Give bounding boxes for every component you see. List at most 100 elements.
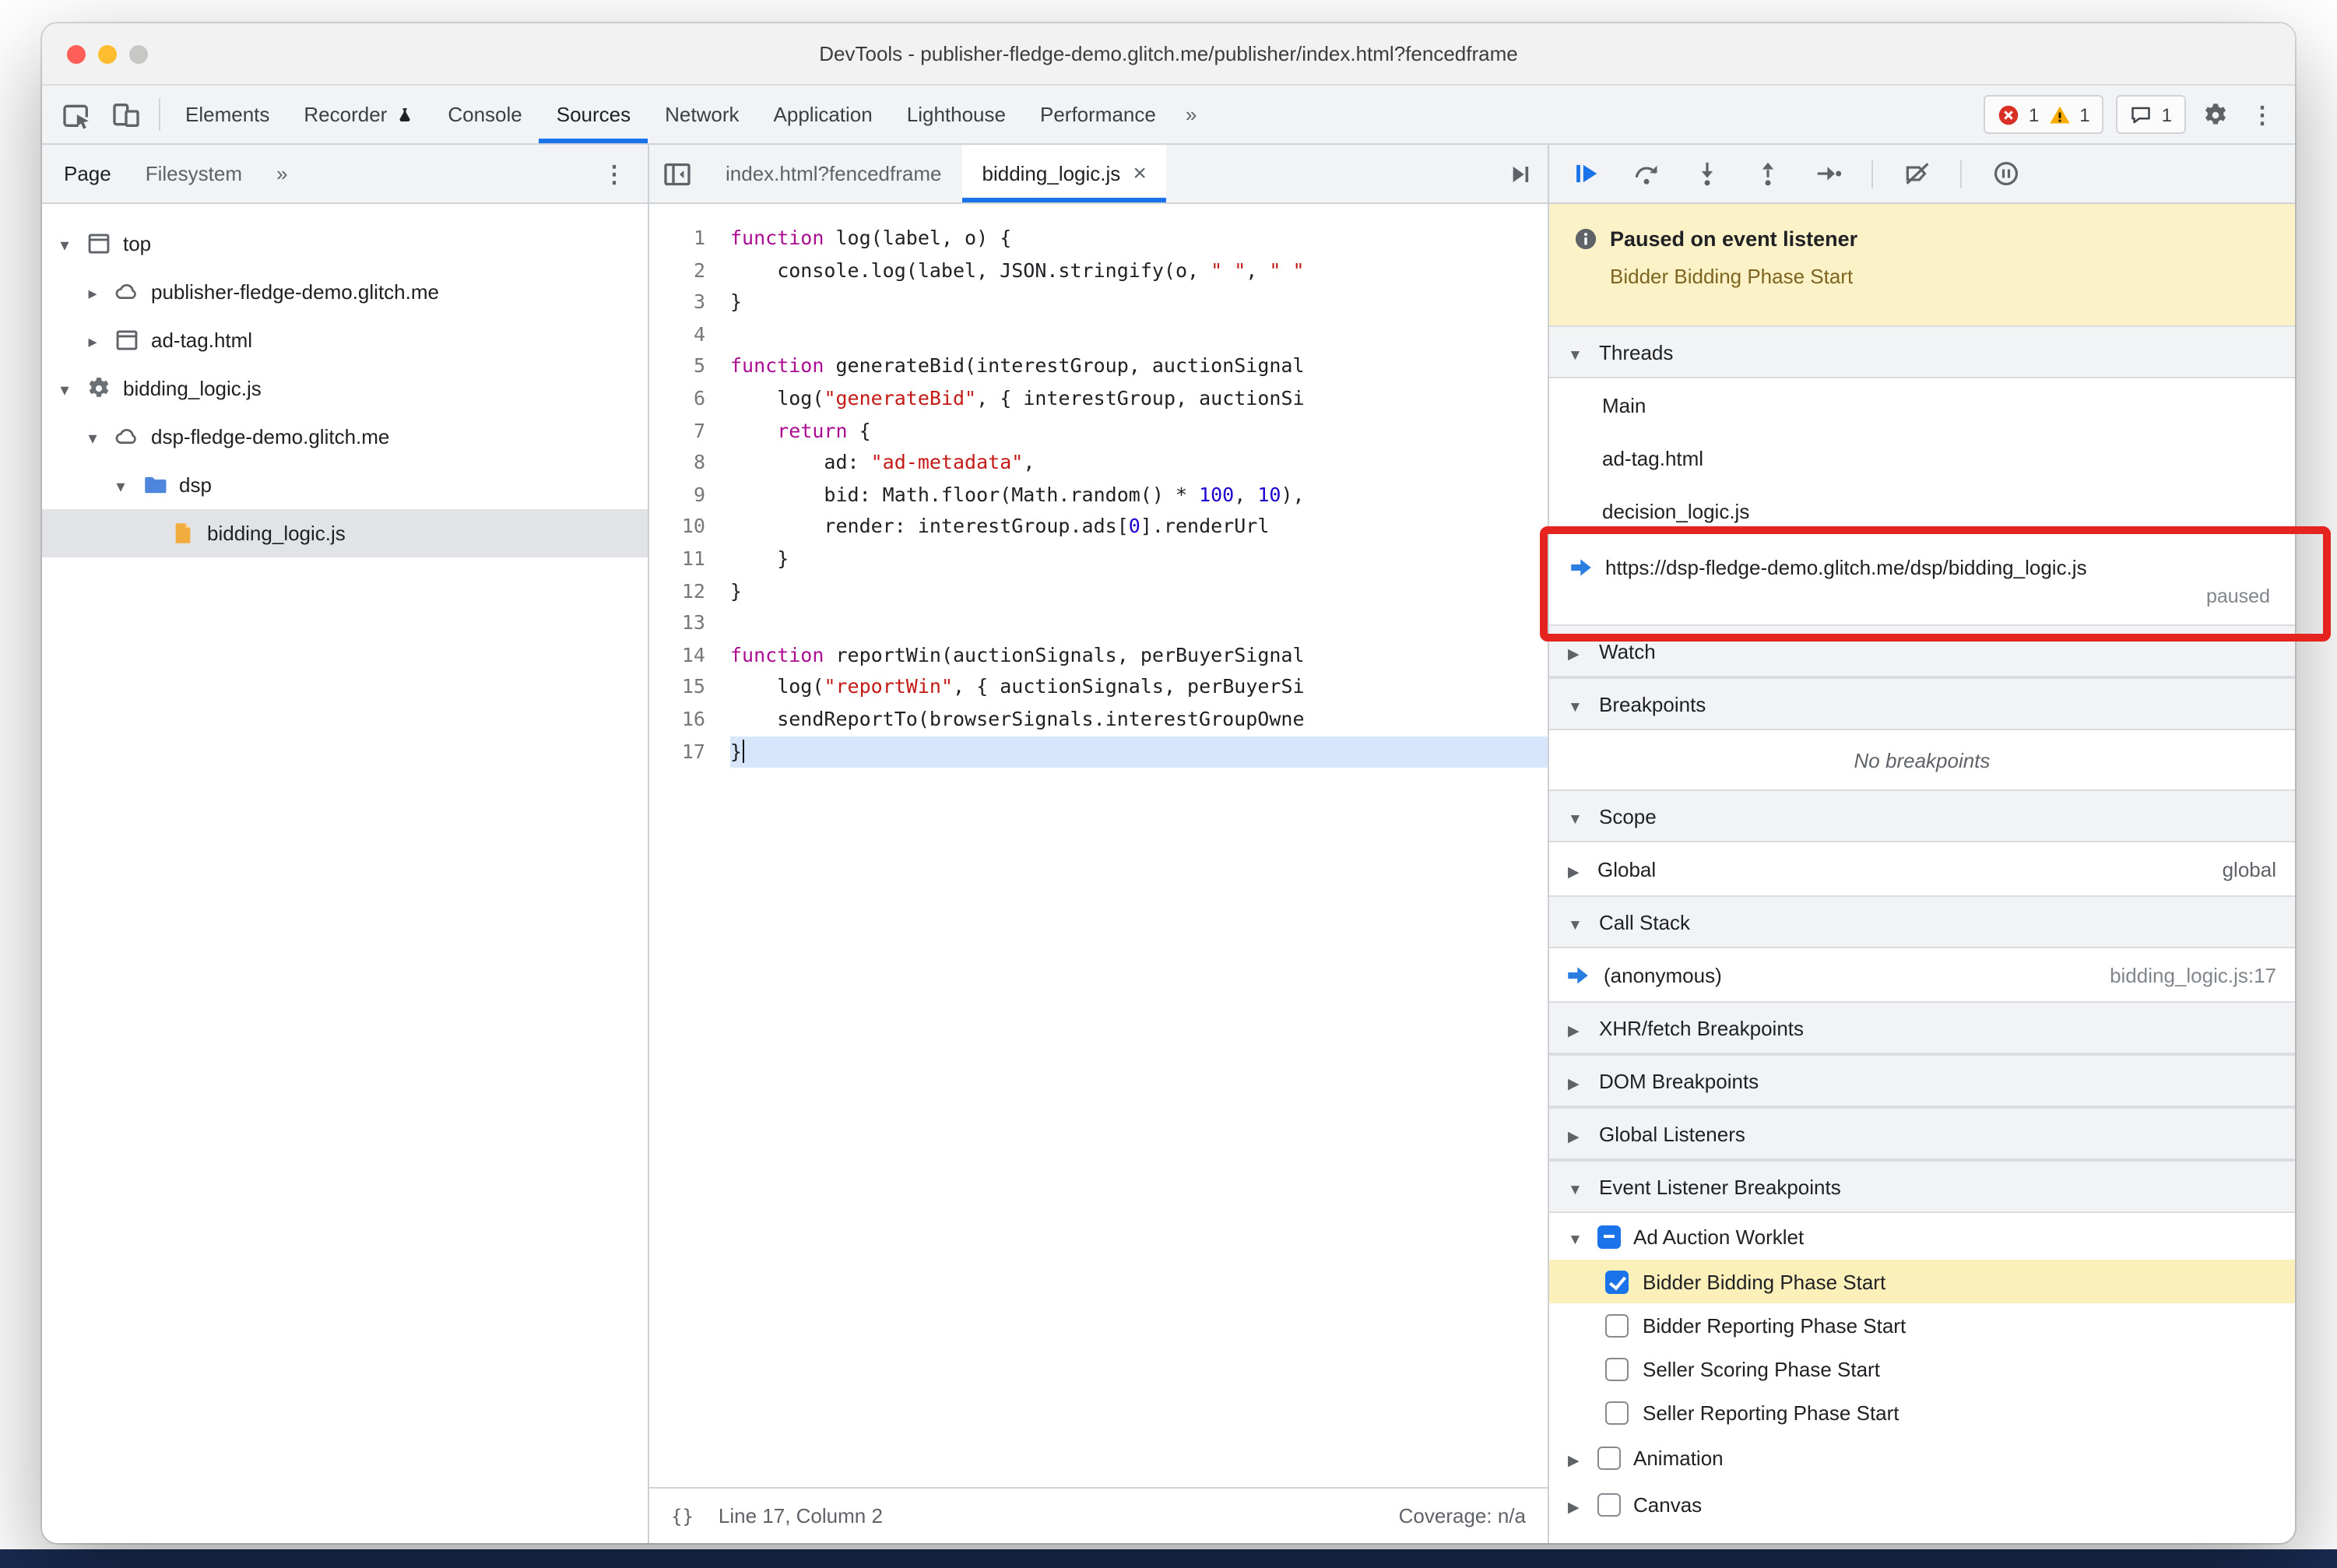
tree-item-dsp[interactable]: dsp xyxy=(42,461,648,509)
close-tab-icon[interactable]: × xyxy=(1133,162,1147,185)
code-line-15[interactable]: 15 log("reportWin", { auctionSignals, pe… xyxy=(649,672,1548,704)
pause-on-exceptions-button[interactable] xyxy=(1988,156,2022,191)
thread-item-main[interactable]: Main xyxy=(1549,378,2295,431)
tab-lighthouse[interactable]: Lighthouse xyxy=(890,86,1023,143)
code-line-16[interactable]: 16 sendReportTo(browserSignals.interestG… xyxy=(649,704,1548,736)
code-line-6[interactable]: 6 log("generateBid", { interestGroup, au… xyxy=(649,383,1548,415)
section-global-listeners[interactable]: Global Listeners xyxy=(1549,1107,2295,1160)
code-line-7[interactable]: 7 return { xyxy=(649,415,1548,447)
checkbox[interactable] xyxy=(1605,1357,1629,1380)
main-menu-button[interactable]: ⋮ xyxy=(2239,86,2286,143)
line-number[interactable]: 9 xyxy=(649,480,730,512)
code-line-17[interactable]: 17} xyxy=(649,736,1548,768)
line-number[interactable]: 17 xyxy=(649,736,730,768)
tree-item-publisher-fledge-demo-glitch-me[interactable]: publisher-fledge-demo.glitch.me xyxy=(42,268,648,316)
resume-button[interactable] xyxy=(1568,156,1602,191)
inspect-element-button[interactable] xyxy=(51,86,101,143)
tab-bidding-logic-js[interactable]: bidding_logic.js × xyxy=(961,145,1167,202)
line-number[interactable]: 4 xyxy=(649,319,730,351)
checkbox[interactable] xyxy=(1605,1270,1629,1293)
code-line-9[interactable]: 9 bid: Math.floor(Math.random() * 100, 1… xyxy=(649,480,1548,512)
code-line-12[interactable]: 12} xyxy=(649,575,1548,607)
settings-button[interactable] xyxy=(2192,86,2239,143)
section-call-stack[interactable]: Call Stack xyxy=(1549,895,2295,948)
code-line-5[interactable]: 5 function generateBid(interestGroup, auc… xyxy=(649,351,1548,383)
code-line-13[interactable]: 13 xyxy=(649,607,1548,639)
tab-index-html-fencedframe[interactable]: index.html?fencedframe xyxy=(705,145,962,202)
line-number[interactable]: 12 xyxy=(649,575,730,607)
deactivate-breakpoints-button[interactable] xyxy=(1899,156,1934,191)
section-event-listener-breakpoints[interactable]: Event Listener Breakpoints xyxy=(1549,1160,2295,1213)
section-watch[interactable]: Watch xyxy=(1549,624,2295,677)
section-breakpoints[interactable]: Breakpoints xyxy=(1549,677,2295,730)
elb-item-seller-scoring-phase-start[interactable]: Seller Scoring Phase Start xyxy=(1549,1347,2295,1390)
tab-sources[interactable]: Sources xyxy=(539,86,648,143)
line-number[interactable]: 1 xyxy=(649,223,730,255)
tab-page[interactable]: Page xyxy=(64,162,111,185)
tree-item-bidding-logic-js[interactable]: bidding_logic.js xyxy=(42,509,648,557)
call-stack-frame-row[interactable]: (anonymous) bidding_logic.js:17 xyxy=(1549,948,2295,1001)
tree-item-dsp-fledge-demo-glitch-me[interactable]: dsp-fledge-demo.glitch.me xyxy=(42,413,648,461)
thread-item-ad-tag-html[interactable]: ad-tag.html xyxy=(1549,431,2295,484)
checkbox[interactable] xyxy=(1597,1446,1621,1469)
line-number[interactable]: 3 xyxy=(649,287,730,318)
next-editor-button[interactable] xyxy=(1492,145,1548,202)
line-number[interactable]: 15 xyxy=(649,672,730,704)
line-number[interactable]: 13 xyxy=(649,607,730,639)
line-number[interactable]: 6 xyxy=(649,383,730,415)
code-line-11[interactable]: 11 } xyxy=(649,543,1548,575)
minimize-window-button[interactable] xyxy=(98,44,117,63)
checkbox[interactable] xyxy=(1605,1313,1629,1337)
thread-item-https-dsp-fledge-demo-glitch-me-dsp-bidding-logic-js[interactable]: https://dsp-fledge-demo.glitch.me/dsp/bi… xyxy=(1549,537,2295,624)
checkbox[interactable] xyxy=(1605,1401,1629,1424)
elb-group-animation[interactable]: Animation xyxy=(1549,1434,2295,1481)
code-line-3[interactable]: 3} xyxy=(649,287,1548,318)
tab-network[interactable]: Network xyxy=(648,86,756,143)
tab-console[interactable]: Console xyxy=(430,86,539,143)
tree-item-bidding-logic-js[interactable]: bidding_logic.js xyxy=(42,364,648,413)
elb-item-bidder-bidding-phase-start[interactable]: Bidder Bidding Phase Start xyxy=(1549,1260,2295,1303)
tree-item-ad-tag-html[interactable]: ad-tag.html xyxy=(42,316,648,364)
step-out-button[interactable] xyxy=(1750,156,1784,191)
issues-badge[interactable]: 1 xyxy=(2116,95,2186,134)
section-xhr-breakpoints[interactable]: XHR/fetch Breakpoints xyxy=(1549,1001,2295,1054)
code-editor[interactable]: 1 function log(label, o) {2 console.log(l… xyxy=(649,204,1548,1487)
more-panels-chevron[interactable]: » xyxy=(1173,86,1209,143)
code-line-14[interactable]: 14 function reportWin(auctionSignals, per… xyxy=(649,639,1548,671)
line-number[interactable]: 16 xyxy=(649,704,730,736)
code-line-8[interactable]: 8 ad: "ad-metadata", xyxy=(649,447,1548,479)
line-number[interactable]: 14 xyxy=(649,639,730,671)
tree-item-top[interactable]: top xyxy=(42,220,648,268)
line-number[interactable]: 5 xyxy=(649,351,730,383)
step-button[interactable] xyxy=(1811,156,1845,191)
code-line-1[interactable]: 1 function log(label, o) { xyxy=(649,223,1548,255)
tab-application[interactable]: Application xyxy=(757,86,890,143)
code-line-10[interactable]: 10 render: interestGroup.ads[0].renderUr… xyxy=(649,512,1548,543)
line-number[interactable]: 10 xyxy=(649,512,730,543)
tab-performance[interactable]: Performance xyxy=(1023,86,1173,143)
line-number[interactable]: 11 xyxy=(649,543,730,575)
code-line-2[interactable]: 2 console.log(label, JSON.stringify(o, "… xyxy=(649,255,1548,287)
line-number[interactable]: 7 xyxy=(649,415,730,447)
section-scope[interactable]: Scope xyxy=(1549,789,2295,842)
step-over-button[interactable] xyxy=(1629,156,1663,191)
elb-item-seller-reporting-phase-start[interactable]: Seller Reporting Phase Start xyxy=(1549,1390,2295,1434)
call-stack-frame-location[interactable]: bidding_logic.js:17 xyxy=(2110,963,2276,986)
elb-group-canvas[interactable]: Canvas xyxy=(1549,1481,2295,1528)
elb-item-bidder-reporting-phase-start[interactable]: Bidder Reporting Phase Start xyxy=(1549,1303,2295,1347)
step-into-button[interactable] xyxy=(1689,156,1724,191)
checkbox[interactable] xyxy=(1597,1225,1621,1248)
scope-global-row[interactable]: Global global xyxy=(1549,842,2295,895)
device-toolbar-button[interactable] xyxy=(101,86,151,143)
line-number[interactable]: 2 xyxy=(649,255,730,287)
code-line-4[interactable]: 4 xyxy=(649,319,1548,351)
elb-group-ad-auction-worklet[interactable]: Ad Auction Worklet xyxy=(1549,1213,2295,1260)
section-dom-breakpoints[interactable]: DOM Breakpoints xyxy=(1549,1054,2295,1107)
zoom-window-button[interactable] xyxy=(129,44,148,63)
errors-warnings-badge[interactable]: 1 1 xyxy=(1983,95,2104,134)
tab-recorder[interactable]: Recorder xyxy=(286,86,430,143)
tab-elements[interactable]: Elements xyxy=(168,86,286,143)
navigator-menu-button[interactable]: ⋮ xyxy=(603,160,626,188)
toggle-navigator-button[interactable] xyxy=(649,145,705,202)
checkbox[interactable] xyxy=(1597,1492,1621,1516)
